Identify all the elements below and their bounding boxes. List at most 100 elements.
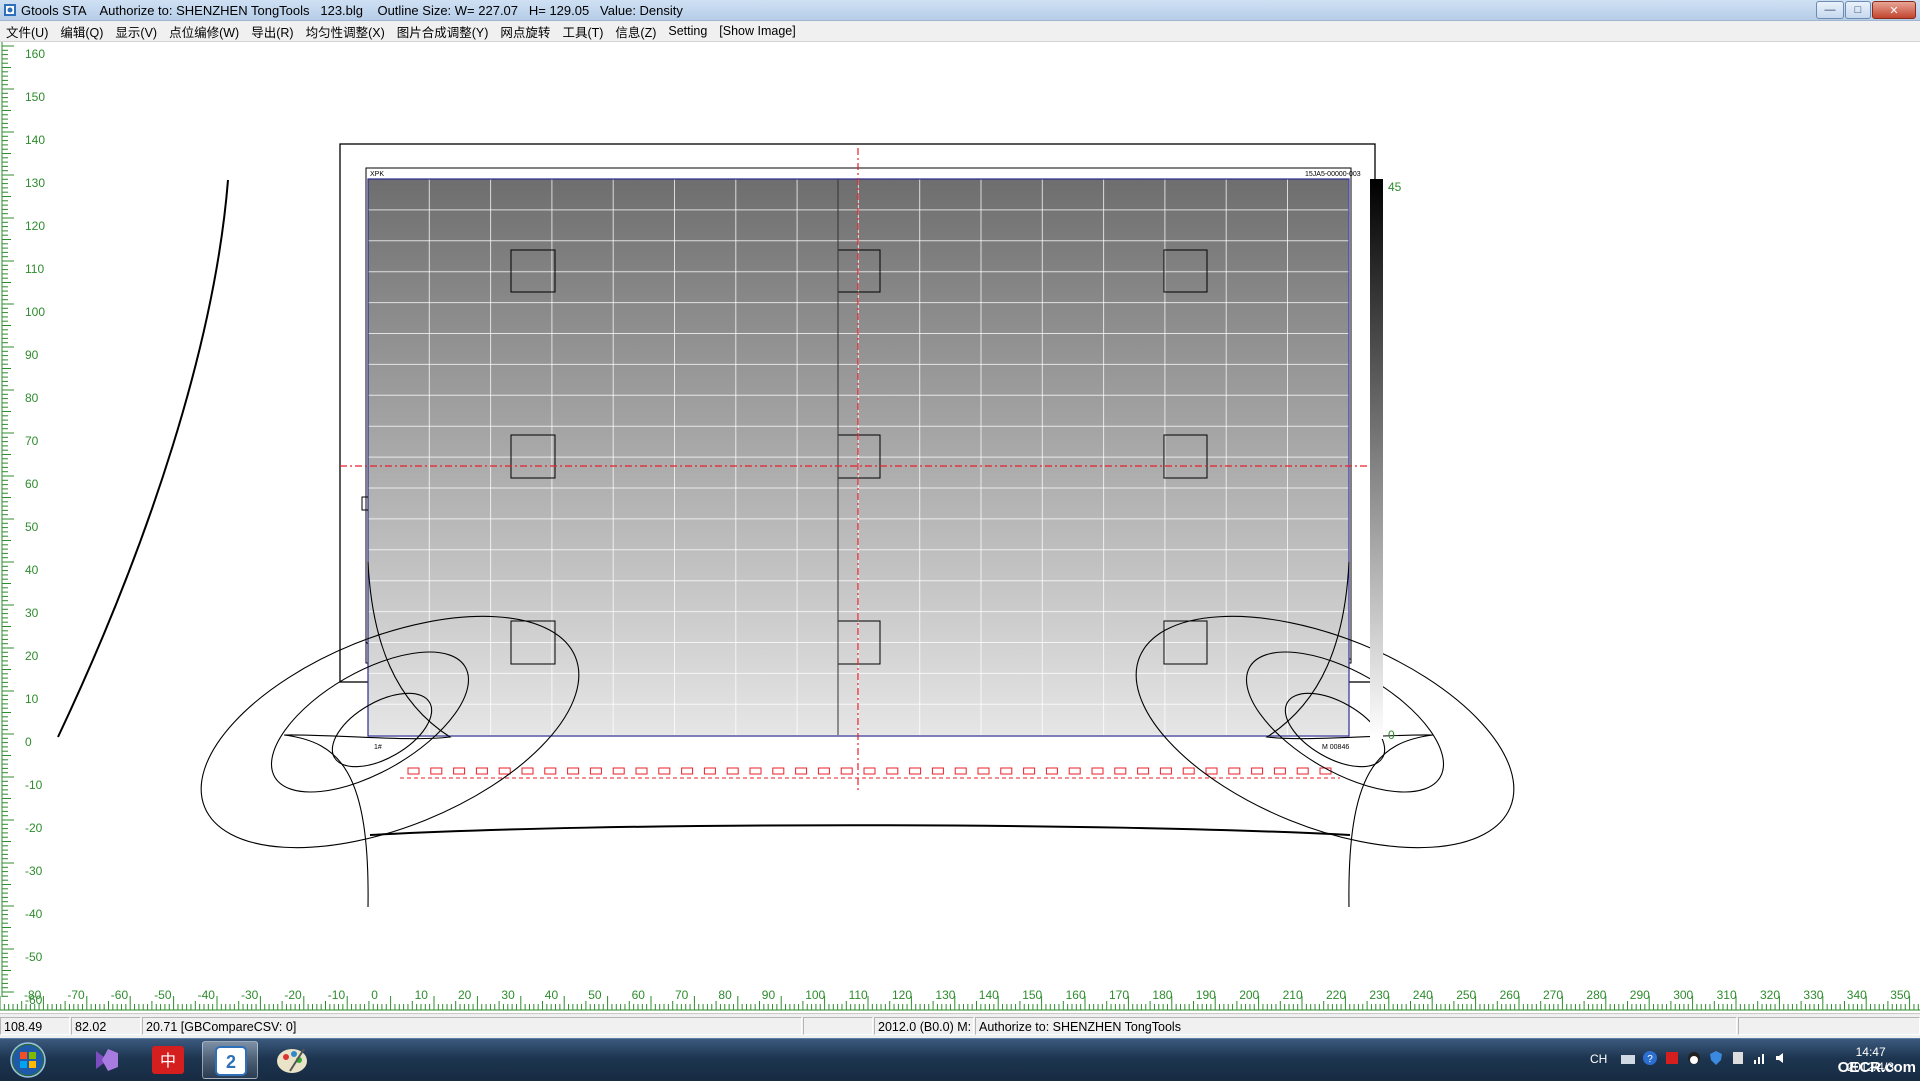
ruler-y-label: 50 [25,520,39,534]
ruler-x-label: -10 [328,988,346,1002]
close-button[interactable]: ✕ [1872,1,1916,19]
ruler-x-label: 320 [1760,988,1780,1002]
status-authorize: Authorize to: SHENZHEN TongTools [975,1017,1737,1035]
status-y: 82.02 [71,1017,141,1035]
outline-curve [57,179,229,738]
ruler-x-label: 300 [1673,988,1693,1002]
ruler-y-label: 130 [25,176,45,190]
status-info: 2012.0 (B0.0) M: [874,1017,974,1035]
menu-file[interactable]: 文件(U) [0,22,54,41]
menu-edit[interactable]: 编辑(Q) [54,22,109,41]
network-icon[interactable] [1752,1050,1768,1066]
visual-studio-icon [96,1049,118,1071]
status-bar: 108.49 82.02 20.71 [GBCompareCSV: 0] 201… [0,1013,1920,1038]
app-icon [4,4,16,16]
pdf-reader-icon: 中 [152,1046,184,1074]
vertical-ruler: 1601501401301201101009080706050403020100… [1,42,45,1007]
ruler-x-label: -80 [24,988,42,1002]
ruler-x-label: 170 [1109,988,1129,1002]
ruler-x-label: 30 [501,988,515,1002]
ruler-y-label: 140 [25,133,45,147]
ruler-y-label: 70 [25,434,39,448]
taskbar-paint[interactable] [264,1041,320,1079]
ruler-x-label: 160 [1066,988,1086,1002]
ruler-x-label: 110 [849,988,868,1002]
svg-text:?: ? [1647,1054,1653,1065]
scale-max-label: 45 [1388,180,1402,194]
ruler-y-label: 40 [25,563,39,577]
device-icon[interactable] [1730,1050,1746,1066]
start-orb-icon[interactable] [4,1040,52,1080]
ruler-x-label: 80 [718,988,732,1002]
ruler-x-label: 120 [892,988,912,1002]
ruler-x-label: 100 [805,988,825,1002]
ruler-y-label: 90 [25,348,39,362]
ruler-x-label: 150 [1022,988,1042,1002]
drawing-canvas[interactable]: 160 150 140 130 120 110 100 90 80 70 60 50 40 30 20 100… [0,42,1920,1012]
menu-uniformity[interactable]: 均匀性调整(X) [300,22,391,41]
svg-text:中: 中 [160,1051,176,1070]
status-empty [803,1017,873,1035]
ruler-x-label: 190 [1196,988,1216,1002]
menu-tools[interactable]: 工具(T) [556,22,609,41]
menu-image-compose[interactable]: 图片合成调整(Y) [391,22,495,41]
ruler-x-label: 180 [1152,988,1172,1002]
volume-icon[interactable] [1774,1050,1790,1066]
ruler-y-label: -20 [25,821,43,835]
taskbar-visual-studio[interactable] [78,1041,134,1079]
ruler-x-label: 220 [1326,988,1346,1002]
ruler-y-label: -40 [25,907,43,921]
ruler-x-label: 240 [1413,988,1433,1002]
maximize-button[interactable]: □ [1845,1,1871,19]
ruler-x-label: -30 [241,988,259,1002]
ruler-x-label: 10 [415,988,429,1002]
ruler-x-label: 200 [1239,988,1259,1002]
title-bar: Gtools STA Authorize to: SHENZHEN TongTo… [0,0,1920,21]
status-x: 108.49 [0,1017,70,1035]
ruler-x-label: 90 [762,988,776,1002]
shield-icon[interactable] [1708,1050,1724,1066]
ruler-x-label: -60 [111,988,129,1002]
ruler-x-label: 350 [1890,988,1910,1002]
ruler-x-label: 330 [1803,988,1823,1002]
pdf-tray-icon[interactable] [1664,1050,1680,1066]
taskbar: 中 2 CH ? 14:47 2012/4/3 OECR.com [0,1038,1920,1081]
ruler-x-label: -40 [198,988,216,1002]
ruler-x-label: 250 [1456,988,1476,1002]
horizontal-ruler: -80 -70 -60 -50 -40 -30 -20 -10 0 10 20 30 40 50 60 70 8… [0,988,1920,1011]
tray-language[interactable]: CH [1590,1052,1607,1066]
ruler-x-label: 260 [1500,988,1520,1002]
ruler-y-label: 20 [25,649,39,663]
ruler-y-label: -50 [25,950,43,964]
ruler-x-label: 60 [632,988,646,1002]
taskbar-gtools[interactable]: 2 [202,1041,258,1079]
ruler-x-label: -70 [67,988,85,1002]
ruler-y-label: 100 [25,305,45,319]
menu-setting[interactable]: Setting [662,24,713,38]
keyboard-icon[interactable] [1620,1051,1636,1067]
menu-export[interactable]: 导出(R) [245,22,299,41]
clock-time: 14:47 [1855,1045,1886,1059]
plate-label-top-left: XPK [370,171,384,178]
density-scale: 45 0 [1370,179,1402,742]
ruler-x-label: 210 [1283,988,1303,1002]
plate-label-top-right: 15JA5-00000-003 [1305,171,1361,178]
minimize-button[interactable]: — [1816,1,1844,19]
menu-info[interactable]: 信息(Z) [609,22,662,41]
taskbar-pdf-reader[interactable]: 中 [140,1041,196,1079]
watermark: OECR.com [1837,1059,1916,1076]
plate-label-bottom-left: 1# [374,744,382,751]
help-icon[interactable]: ? [1642,1050,1658,1066]
paint-icon [277,1048,307,1073]
ruler-y-label: -10 [25,778,43,792]
window-title: Gtools STA Authorize to: SHENZHEN TongTo… [21,2,683,18]
ruler-y-label: 120 [25,219,45,233]
ruler-y-label: 10 [25,692,39,706]
qq-icon[interactable] [1686,1050,1702,1066]
menu-show-image[interactable]: [Show Image] [713,24,801,38]
plate-label-bottom-right: M 00846 [1322,744,1349,751]
menu-dot-rotate[interactable]: 网点旋转 [494,22,556,41]
menu-point-edit[interactable]: 点位编修(W) [163,22,245,41]
menu-view[interactable]: 显示(V) [109,22,163,41]
menu-bar: 文件(U) 编辑(Q) 显示(V) 点位编修(W) 导出(R) 均匀性调整(X)… [0,21,1920,42]
